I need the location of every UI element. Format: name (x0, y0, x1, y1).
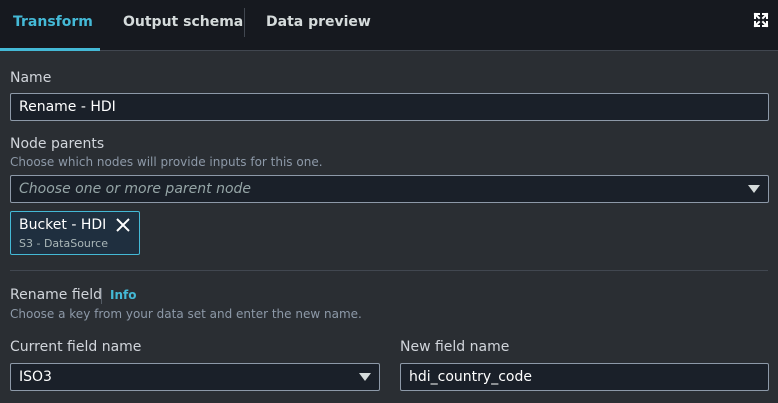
caret-down-icon (359, 373, 371, 381)
tab-data-preview[interactable]: Data preview (266, 0, 371, 50)
tab-data-preview-label: Data preview (266, 14, 371, 30)
new-field-label: New field name (400, 339, 510, 355)
new-field-input[interactable]: hdi_country_code (400, 363, 769, 391)
name-input[interactable]: Rename - HDI (10, 93, 769, 121)
current-field-value: ISO3 (19, 369, 52, 385)
name-label: Name (10, 70, 52, 86)
info-separator (101, 288, 102, 304)
tab-transform[interactable]: Transform (13, 0, 93, 50)
node-parents-description: Choose which nodes will provide inputs f… (10, 155, 323, 169)
active-tab-indicator (0, 48, 100, 51)
close-icon[interactable] (115, 217, 131, 233)
transform-panel: Transform Output schema Data preview Nam… (0, 0, 778, 403)
current-field-label: Current field name (10, 339, 142, 355)
node-parents-placeholder: Choose one or more parent node (19, 181, 252, 197)
tab-output-schema-label: Output schema (123, 14, 244, 30)
node-parents-select[interactable]: Choose one or more parent node (10, 175, 769, 203)
new-field-value: hdi_country_code (409, 369, 532, 385)
token-subtitle: S3 - DataSource (19, 237, 108, 250)
current-field-select[interactable]: ISO3 (10, 363, 380, 391)
tab-transform-label: Transform (13, 14, 93, 30)
section-divider (10, 270, 768, 271)
rename-field-label: Rename field (10, 287, 103, 303)
parent-node-token: Bucket - HDI S3 - DataSource (10, 211, 140, 255)
tab-output-schema[interactable]: Output schema (123, 0, 243, 50)
info-link[interactable]: Info (110, 288, 136, 302)
token-title: Bucket - HDI (19, 217, 107, 233)
caret-down-icon (748, 185, 760, 193)
expand-icon[interactable] (753, 12, 769, 28)
rename-field-description: Choose a key from your data set and ente… (10, 307, 362, 321)
tab-separator (244, 8, 245, 37)
name-input-value: Rename - HDI (19, 99, 116, 115)
node-parents-label: Node parents (10, 136, 105, 152)
tab-bar: Transform Output schema Data preview (0, 0, 778, 51)
